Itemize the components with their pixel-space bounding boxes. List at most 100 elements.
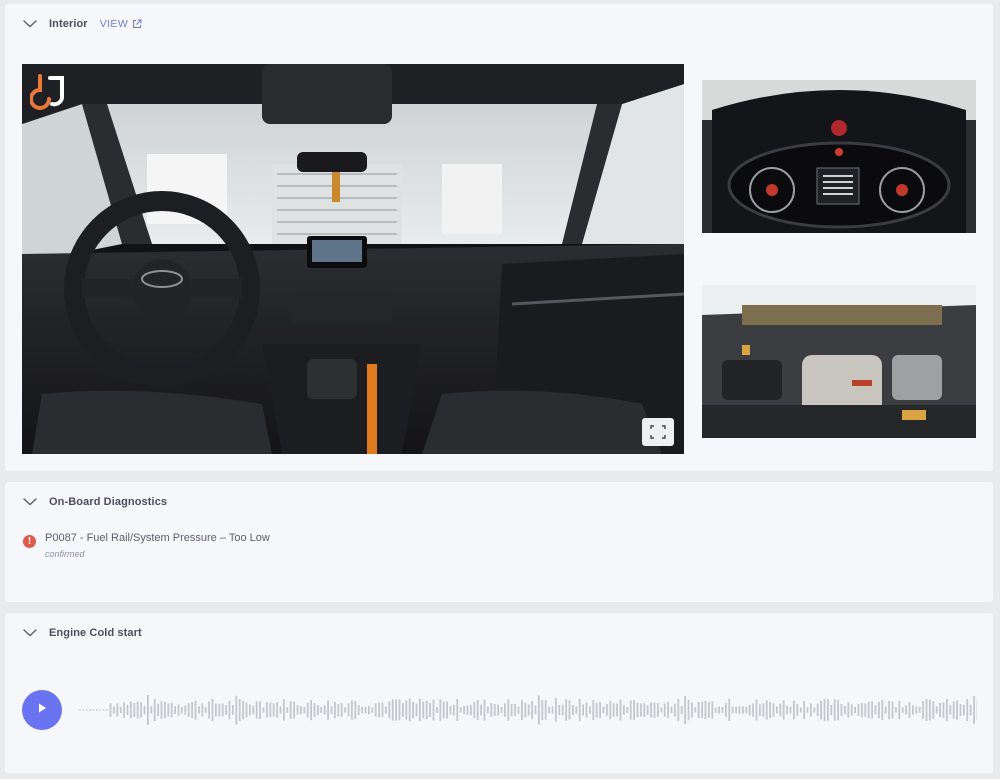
play-icon [36,701,48,719]
waveform-bar [918,707,921,713]
waveform-bar [320,706,323,714]
waveform-bar [300,706,302,714]
waveform-bar [691,702,693,718]
waveform-bar [905,705,907,715]
waveform-bar [235,695,238,725]
waveform-bar [555,698,557,722]
waveform-bar [966,699,969,722]
interior-panorama-photo[interactable] [22,64,684,454]
waveform-bar [422,701,425,719]
waveform-bar [395,699,397,721]
waveform-bar [391,699,394,721]
waveform-bar [310,699,312,721]
waveform-bar [714,707,717,713]
view-link-label: VIEW [99,18,129,30]
waveform-bar [170,702,173,718]
waveform-bar [337,703,340,717]
audio-waveform[interactable] [79,683,977,737]
fullscreen-icon [650,425,666,439]
waveform-bar [595,702,598,718]
waveform-bar [201,703,204,717]
engine-bay-thumbnail[interactable] [702,285,976,438]
waveform-bar [238,699,241,721]
waveform-bar [646,705,649,715]
waveform-bar [629,700,632,720]
view-link[interactable]: VIEW [100,18,142,30]
waveform-bar [368,705,370,715]
waveform-bar [810,703,812,717]
waveform-bar [514,704,516,716]
waveform-bar [888,700,890,720]
interior-header: Interior VIEW [22,16,142,32]
waveform-bar [854,706,856,714]
waveform-bar [385,706,387,714]
waveform-bar [643,703,646,717]
waveform-bar [504,703,506,717]
waveform-bar [823,698,826,722]
waveform-bar [208,701,210,719]
waveform-bar [816,703,819,717]
waveform-bar [731,706,734,714]
waveform-bar [915,706,918,714]
waveform-bar [952,701,955,719]
waveform-bar [606,704,608,716]
waveform-bar [524,702,527,718]
waveform-bar [969,704,972,716]
waveform-bar [245,702,248,718]
obd-header: On-Board Diagnostics [22,494,167,510]
waveform-bar [174,706,176,714]
waveform-bar [599,702,601,718]
waveform-bar [640,703,642,717]
waveform-bar [330,706,333,714]
waveform-bar [211,698,214,722]
waveform-bar [140,702,142,718]
chevron-down-icon[interactable] [22,494,38,510]
waveform-bar [147,695,149,725]
chevron-down-icon[interactable] [22,16,38,32]
waveform-bar [381,702,384,718]
fullscreen-button[interactable] [642,418,674,446]
waveform-bar [476,700,479,720]
interior-section: Interior VIEW [5,4,993,471]
play-button[interactable] [22,690,62,730]
waveform-bar [653,702,656,718]
waveform-bar [871,701,873,719]
waveform-bar [89,709,91,711]
waveform-bar [442,701,445,719]
waveform-bar [963,704,965,716]
waveform-bar [942,702,945,718]
waveform-bar [293,701,295,719]
waveform-bar [568,700,571,720]
chevron-down-icon[interactable] [22,625,38,641]
waveform-bar [153,698,156,722]
waveform-bar [415,703,418,717]
instrument-cluster-thumbnail[interactable] [702,80,976,233]
waveform-bar [371,707,374,713]
waveform-bar [544,700,547,720]
waveform-bar [388,701,391,719]
waveform-bar [266,702,268,718]
waveform-bar [793,700,795,720]
obd-code-text: P0087 - Fuel Rail/System Pressure – Too … [45,532,270,544]
waveform-bar [143,705,146,715]
waveform-bar [657,703,659,717]
waveform-bar [796,703,799,717]
waveform-bar [123,702,125,718]
waveform-bar [160,701,163,719]
obd-section: On-Board Diagnostics ! P0087 - Fuel Rail… [5,482,993,602]
waveform-bar [408,698,411,722]
waveform-bar [650,702,652,718]
waveform-bar [663,703,666,717]
waveform-bar [837,699,839,721]
waveform-bar [412,701,414,719]
waveform-bar [687,699,690,721]
waveform-bar [738,706,741,714]
waveform-bar [867,701,870,719]
waveform-bar [589,706,591,714]
waveform-bar [483,699,486,721]
engine-cold-start-section: Engine Cold start [5,613,993,773]
waveform-bar [354,701,357,719]
waveform-bar [633,700,635,720]
waveform-bar [157,703,159,717]
waveform-bar [694,707,697,713]
